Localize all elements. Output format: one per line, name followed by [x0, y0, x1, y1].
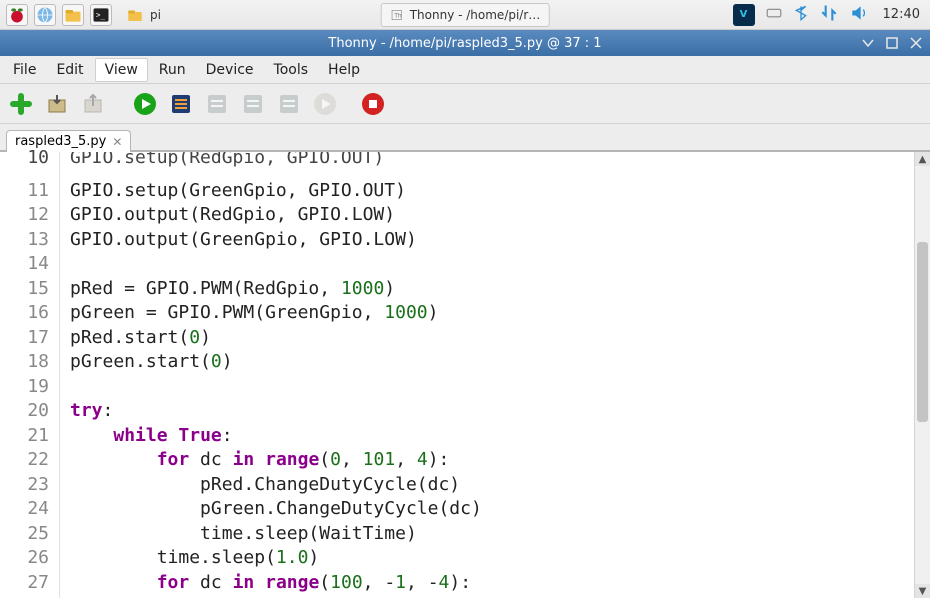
keyboard-tray-icon[interactable] — [765, 4, 783, 26]
menu-help[interactable]: Help — [319, 59, 369, 81]
bluetooth-tray-icon[interactable] — [793, 3, 809, 27]
code-line[interactable] — [70, 252, 914, 277]
menubar: FileEditViewRunDeviceToolsHelp — [0, 56, 930, 84]
terminal-icon[interactable]: >_ — [90, 4, 112, 26]
resume-icon — [310, 89, 340, 119]
scrollbar-thumb[interactable] — [917, 242, 928, 422]
window-title: Thonny - /home/pi/raspled3_5.py @ 37 : 1 — [328, 36, 601, 51]
code-line[interactable]: GPIO.setup(GreenGpio, GPIO.OUT) — [70, 179, 914, 204]
network-tray-icon[interactable] — [819, 3, 839, 27]
maximize-button[interactable] — [884, 35, 900, 51]
file-manager-icon[interactable] — [62, 4, 84, 26]
web-browser-icon[interactable] — [34, 4, 56, 26]
taskbar-app-label: Thonny - /home/pi/r… — [410, 8, 541, 22]
line-number-gutter: 101112131415161718192021222324252627 — [0, 152, 60, 598]
stop-icon[interactable] — [358, 89, 388, 119]
editor-pane: 101112131415161718192021222324252627 GPI… — [0, 152, 930, 598]
menu-file[interactable]: File — [4, 59, 45, 81]
code-line[interactable]: GPIO.output(GreenGpio, GPIO.LOW) — [70, 228, 914, 253]
step-out-icon — [274, 89, 304, 119]
code-editor[interactable]: GPIO.setup(RedGpio, GPIO.OUT) GPIO.setup(… — [60, 152, 914, 598]
minimize-button[interactable] — [860, 35, 876, 51]
open-file-icon[interactable] — [42, 89, 72, 119]
taskbar-fm-label: pi — [150, 8, 161, 22]
window-titlebar: Thonny - /home/pi/raspled3_5.py @ 37 : 1 — [0, 30, 930, 56]
svg-text:Th: Th — [393, 13, 402, 19]
step-into-icon — [238, 89, 268, 119]
svg-text:>_: >_ — [96, 10, 106, 19]
code-line[interactable]: while True: — [70, 424, 914, 449]
code-line[interactable]: pGreen.ChangeDutyCycle(dc) — [70, 497, 914, 522]
clock[interactable]: 12:40 — [879, 7, 924, 22]
scrollbar-up-icon[interactable]: ▲ — [915, 152, 930, 166]
code-line[interactable]: time.sleep(1.0) — [70, 546, 914, 571]
save-file-icon[interactable] — [78, 89, 108, 119]
vertical-scrollbar[interactable]: ▲ ▼ — [914, 152, 930, 598]
menu-run[interactable]: Run — [150, 59, 195, 81]
menu-edit[interactable]: Edit — [47, 59, 92, 81]
code-line[interactable]: pGreen = GPIO.PWM(GreenGpio, 1000) — [70, 301, 914, 326]
close-button[interactable] — [908, 35, 924, 51]
new-file-icon[interactable] — [6, 89, 36, 119]
code-line[interactable]: for dc in range(0, 101, 4): — [70, 448, 914, 473]
code-line[interactable]: pRed.ChangeDutyCycle(dc) — [70, 473, 914, 498]
code-line[interactable]: pRed.start(0) — [70, 326, 914, 351]
code-line[interactable]: GPIO.setup(RedGpio, GPIO.OUT) — [70, 152, 914, 171]
menu-tools[interactable]: Tools — [265, 59, 318, 81]
code-line[interactable]: for dc in range(100, -1, -4): — [70, 571, 914, 596]
code-line[interactable]: GPIO.output(RedGpio, GPIO.LOW) — [70, 203, 914, 228]
scrollbar-down-icon[interactable]: ▼ — [915, 584, 930, 598]
code-line[interactable]: pGreen.start(0) — [70, 350, 914, 375]
run-icon[interactable] — [130, 89, 160, 119]
step-over-icon — [202, 89, 232, 119]
code-line[interactable]: time.sleep(WaitTime) — [70, 522, 914, 547]
code-line[interactable]: pRed = GPIO.PWM(RedGpio, 1000) — [70, 277, 914, 302]
volume-tray-icon[interactable] — [849, 3, 869, 27]
close-icon[interactable]: ✕ — [112, 135, 122, 149]
toolbar — [0, 84, 930, 124]
code-line[interactable] — [70, 375, 914, 400]
code-line[interactable]: try: — [70, 399, 914, 424]
os-taskbar: >_ pi Th Thonny - /home/pi/r… V 12:40 — [0, 0, 930, 30]
taskbar-fm-button[interactable]: pi — [118, 3, 169, 27]
menu-view[interactable]: View — [95, 58, 148, 82]
vnc-tray-icon[interactable]: V — [733, 4, 755, 26]
debug-icon[interactable] — [166, 89, 196, 119]
menu-device[interactable]: Device — [197, 59, 263, 81]
taskbar-app-button[interactable]: Th Thonny - /home/pi/r… — [381, 3, 550, 27]
menu-raspberry-icon[interactable] — [6, 4, 28, 26]
editor-tabstrip: raspled3_5.py ✕ — [0, 124, 930, 152]
